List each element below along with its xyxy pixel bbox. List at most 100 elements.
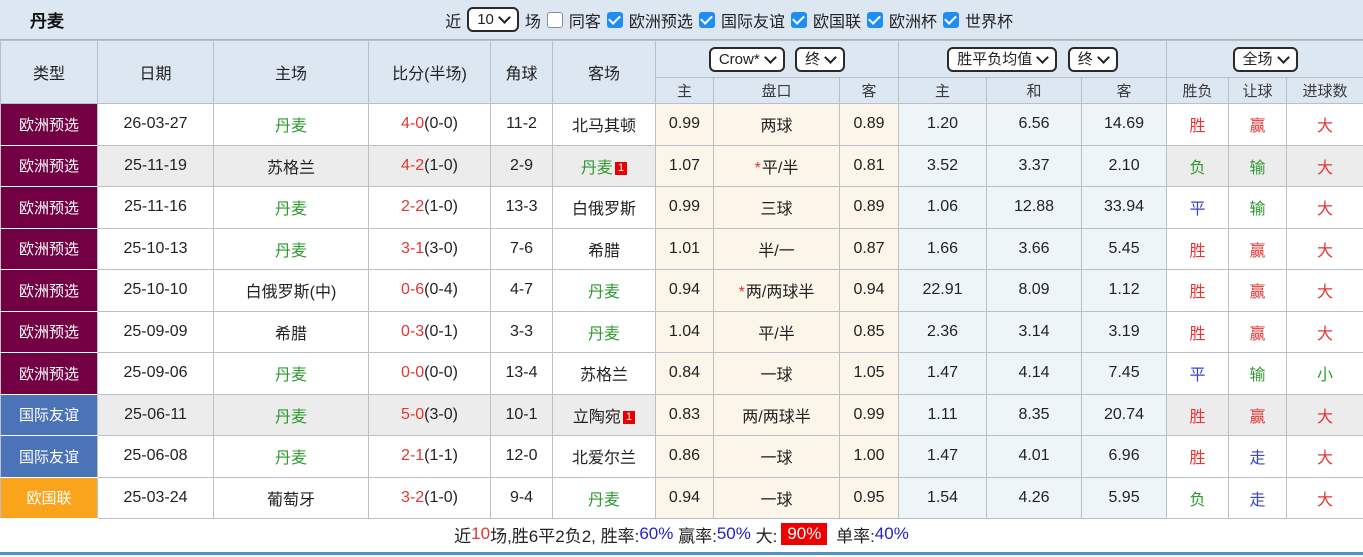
scope-select[interactable]: 全场 bbox=[1232, 46, 1298, 72]
league-checkbox-2[interactable] bbox=[698, 11, 715, 28]
cell-handicap-result: 输 bbox=[1228, 144, 1288, 187]
cell-handicap-result: 走 bbox=[1228, 476, 1288, 519]
cell-goals: 大 bbox=[1286, 227, 1363, 270]
cell-score: 0-0(0-0) bbox=[368, 352, 491, 395]
cell-avg-away: 5.95 bbox=[1081, 476, 1168, 519]
cell-corners: 7-6 bbox=[490, 227, 553, 270]
bookmaker-select[interactable]: Crow* bbox=[708, 46, 785, 72]
cell-type: 欧洲预选 bbox=[0, 103, 98, 146]
match-rows: 欧洲预选 26-03-27 丹麦 4-0(0-0) 11-2 北马其顿 0.99 两球 0.89… bbox=[0, 103, 1363, 519]
cell-home-team: 丹麦 bbox=[213, 103, 369, 146]
cell-away-team: 丹麦 bbox=[552, 269, 656, 312]
avg-period-select[interactable]: 终 bbox=[1067, 46, 1118, 72]
bookmaker-period-select[interactable]: 终 bbox=[795, 46, 846, 72]
cell-score: 3-1(3-0) bbox=[368, 227, 491, 270]
cell-date: 25-10-10 bbox=[97, 269, 214, 312]
summary-segment: 单率: bbox=[831, 526, 875, 546]
away-team-name: 丹麦 bbox=[580, 159, 613, 177]
full-time-score: 2-1 bbox=[401, 447, 425, 465]
cell-odds-away: 0.95 bbox=[838, 476, 900, 519]
cell-corners: 3-3 bbox=[490, 310, 553, 353]
cell-result: 负 bbox=[1166, 476, 1230, 519]
summary-segment: 40% bbox=[874, 524, 909, 543]
summary-segment: 10 bbox=[471, 524, 491, 543]
col-header-away: 客场 bbox=[552, 40, 656, 104]
cell-date: 25-09-09 bbox=[97, 310, 214, 353]
cell-avg-draw: 8.35 bbox=[986, 393, 1083, 436]
handicap-text: 一球 bbox=[760, 450, 793, 468]
league-checkbox-3[interactable] bbox=[790, 11, 807, 28]
same-away-checkbox[interactable] bbox=[546, 11, 563, 28]
full-time-score: 3-2 bbox=[401, 488, 425, 506]
col-header-score: 比分(半场) bbox=[368, 40, 491, 104]
check-icon bbox=[868, 12, 882, 25]
cell-avg-home: 1.20 bbox=[898, 103, 988, 146]
cell-home-team: 苏格兰 bbox=[213, 144, 369, 187]
league-checkbox-4[interactable] bbox=[866, 11, 883, 28]
table-row: 欧洲预选 25-11-16 丹麦 2-2(1-0) 13-3 白俄罗斯 0.99 三球 0.89… bbox=[0, 186, 1363, 229]
cell-date: 25-06-08 bbox=[97, 435, 214, 478]
table-row: 欧洲预选 25-09-09 希腊 0-3(0-1) 3-3 丹麦 1.04 平/半 0.85 2.… bbox=[0, 310, 1363, 353]
cell-avg-draw: 4.01 bbox=[986, 435, 1083, 478]
cell-away-team: 丹麦 1 bbox=[552, 144, 656, 187]
cell-result: 胜 bbox=[1166, 393, 1230, 436]
cell-goals: 小 bbox=[1286, 352, 1363, 395]
rank-badge: 1 bbox=[622, 410, 636, 424]
away-team-name: 苏格兰 bbox=[579, 367, 628, 385]
cell-handicap: 三球 bbox=[713, 186, 840, 229]
cell-type: 欧洲预选 bbox=[0, 269, 98, 312]
cell-odds-home: 1.07 bbox=[655, 144, 714, 187]
star-icon: * bbox=[754, 159, 761, 177]
cell-handicap: 两/两球半 bbox=[713, 393, 840, 436]
check-icon bbox=[700, 12, 714, 25]
col-header-corner: 角球 bbox=[490, 40, 553, 104]
cell-avg-home: 1.11 bbox=[898, 393, 988, 436]
cell-avg-away: 7.45 bbox=[1081, 352, 1168, 395]
home-team-name: 苏格兰 bbox=[266, 159, 315, 177]
recent-count-select[interactable]: 10 bbox=[467, 7, 519, 32]
cell-corners: 13-4 bbox=[490, 352, 553, 395]
chevron-down-icon bbox=[824, 50, 838, 64]
league-checkbox-5[interactable] bbox=[942, 11, 959, 28]
half-time-score: (1-0) bbox=[424, 488, 458, 506]
col-header-handicap: 盘口 bbox=[713, 77, 840, 104]
table-row: 欧洲预选 25-09-06 丹麦 0-0(0-0) 13-4 苏格兰 0.84 一球 1.05 1… bbox=[0, 352, 1363, 395]
cell-handicap: 一球 bbox=[713, 352, 840, 395]
table-row: 欧国联 25-03-24 葡萄牙 3-2(1-0) 9-4 丹麦 0.94 一球 0.95 1.5… bbox=[0, 476, 1363, 519]
cell-home-team: 丹麦 bbox=[213, 227, 369, 270]
home-team-name: 丹麦 bbox=[274, 408, 307, 426]
cell-score: 2-2(1-0) bbox=[368, 186, 491, 229]
league-label: 欧国联 bbox=[812, 13, 861, 31]
col-header-odds-away: 客 bbox=[838, 77, 900, 104]
league-checkbox-1[interactable] bbox=[606, 11, 623, 28]
col-header-result: 胜负 bbox=[1166, 77, 1230, 104]
avg-odds-value: 胜平负均值 bbox=[957, 50, 1033, 68]
league-label: 世界杯 bbox=[964, 13, 1013, 31]
cell-goals: 大 bbox=[1286, 393, 1363, 436]
cell-avg-away: 14.69 bbox=[1081, 103, 1168, 146]
cell-handicap-result: 输 bbox=[1228, 186, 1288, 229]
half-time-score: (0-4) bbox=[424, 281, 458, 299]
cell-type: 国际友谊 bbox=[0, 435, 98, 478]
cell-avg-home: 1.47 bbox=[898, 435, 988, 478]
full-time-score: 0-6 bbox=[401, 281, 425, 299]
handicap-text: 一球 bbox=[760, 367, 793, 385]
cell-odds-home: 0.99 bbox=[655, 186, 714, 229]
cell-avg-home: 1.47 bbox=[898, 352, 988, 395]
avg-odds-select[interactable]: 胜平负均值 bbox=[947, 46, 1058, 72]
cell-odds-away: 0.94 bbox=[838, 269, 900, 312]
cell-goals: 大 bbox=[1286, 269, 1363, 312]
cell-home-team: 葡萄牙 bbox=[213, 476, 369, 519]
table-row: 欧洲预选 25-11-19 苏格兰 4-2(1-0) 2-9 丹麦 1 1.07 *平/半 0.8… bbox=[0, 144, 1363, 187]
cell-handicap: *平/半 bbox=[713, 144, 840, 187]
cell-avg-away: 33.94 bbox=[1081, 186, 1168, 229]
home-team-name: 丹麦 bbox=[274, 367, 307, 385]
cell-corners: 10-1 bbox=[490, 393, 553, 436]
cell-type: 欧洲预选 bbox=[0, 186, 98, 229]
handicap-text: 三球 bbox=[760, 201, 793, 219]
cell-odds-home: 0.86 bbox=[655, 435, 714, 478]
cell-date: 25-11-16 bbox=[97, 186, 214, 229]
cell-home-team: 丹麦 bbox=[213, 352, 369, 395]
cell-handicap: 平/半 bbox=[713, 310, 840, 353]
cell-odds-away: 0.99 bbox=[838, 393, 900, 436]
